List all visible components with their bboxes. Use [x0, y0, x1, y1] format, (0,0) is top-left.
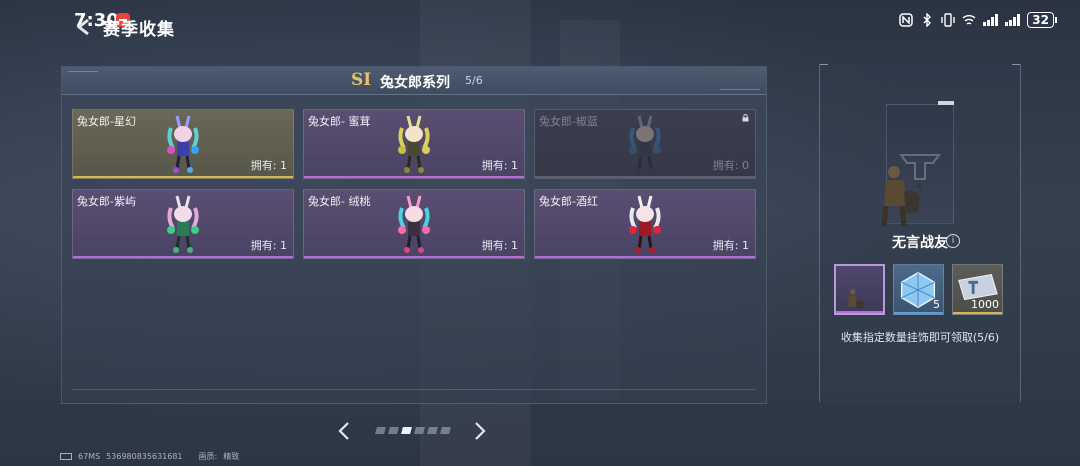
reward-item[interactable]	[834, 264, 885, 315]
charm-card[interactable]: 兔女郎-紫屿 拥有: 1	[72, 189, 294, 259]
quality-value: 精致	[223, 452, 240, 461]
series-progress: 5/6	[465, 74, 483, 87]
battery-small-icon	[60, 453, 72, 460]
reward-item[interactable]: 5	[893, 264, 944, 315]
charm-name: 兔女郎- 绒桃	[308, 195, 371, 208]
page-dot[interactable]	[388, 427, 399, 434]
owned-count: 拥有: 1	[481, 159, 518, 172]
wifi-icon	[962, 15, 976, 25]
charm-name: 兔女郎-紫屿	[77, 195, 136, 208]
header-decoration	[720, 89, 760, 90]
panel-divider	[72, 389, 756, 390]
rarity-bar	[535, 256, 755, 258]
charm-card[interactable]: 兔女郎- 蜜茸 拥有: 1	[303, 109, 525, 179]
reward-items: 5 1000	[834, 264, 1003, 315]
signal-icon	[983, 14, 999, 26]
rarity-bar	[836, 311, 883, 313]
bunny-charm-icon	[167, 115, 199, 173]
page-dot[interactable]	[440, 427, 451, 434]
page-dot[interactable]	[427, 427, 438, 434]
rarity-bar	[304, 176, 524, 178]
page-indicator	[375, 427, 451, 434]
rarity-bar	[304, 256, 524, 258]
charm-card[interactable]: 兔女郎-酒红 拥有: 1	[534, 189, 756, 259]
page-dot[interactable]	[414, 427, 425, 434]
signal-icon	[1005, 14, 1021, 26]
owned-count: 拥有: 1	[712, 239, 749, 252]
status-icons: 32	[899, 12, 1057, 28]
bunny-charm-icon	[629, 115, 661, 170]
item-count: 1000	[971, 298, 999, 311]
owned-count: 拥有: 1	[481, 239, 518, 252]
reward-item[interactable]: 1000	[952, 264, 1003, 315]
frame-corner-decoration	[938, 101, 954, 105]
ping-value: 67MS	[78, 452, 101, 461]
page-dot-active[interactable]	[401, 427, 412, 434]
rarity-bar	[73, 176, 293, 178]
vibrate-icon	[941, 13, 955, 27]
player-id: 536980835631681	[106, 452, 183, 461]
rarity-bar	[535, 176, 755, 178]
charm-name: 兔女郎-椒蓝	[539, 115, 598, 128]
back-arrow-icon[interactable]	[74, 17, 94, 37]
series-title: 兔女郎系列	[380, 75, 450, 91]
quality-label: 画质:	[198, 452, 218, 461]
bluetooth-icon	[923, 13, 932, 27]
series-badge: SI	[351, 70, 372, 90]
nfc-icon	[899, 13, 914, 27]
reward-panel: 无言战友 i 5 1000 收集指定数量挂饰即可领取(5/6)	[819, 64, 1021, 402]
rarity-bar	[953, 312, 1002, 314]
previous-page-arrow-icon[interactable]	[336, 420, 352, 442]
series-header: SI 兔女郎系列 5/6	[62, 67, 766, 95]
next-page-arrow-icon[interactable]	[472, 420, 488, 442]
bunny-charm-icon	[398, 195, 430, 253]
bunny-charm-icon	[167, 195, 199, 253]
reward-name: 无言战友	[892, 235, 948, 251]
item-count: 5	[933, 298, 940, 311]
lock-icon	[742, 114, 749, 122]
info-icon[interactable]: i	[946, 234, 960, 248]
charm-grid: 兔女郎-星幻 拥有: 1 兔女郎- 蜜茸 拥有: 1 兔女郎-椒蓝 拥有: 0 …	[72, 109, 756, 259]
debug-footer: 67MS 536980835631681 画质: 精致	[60, 451, 239, 462]
bunny-charm-icon	[398, 115, 430, 173]
charm-name: 兔女郎- 蜜茸	[308, 115, 371, 128]
page-title: 赛季收集	[103, 20, 175, 40]
owned-count: 拥有: 0	[712, 159, 749, 172]
soldier-with-dog-icon	[881, 166, 922, 227]
owned-count: 拥有: 1	[250, 239, 287, 252]
battery-indicator: 32	[1027, 12, 1057, 28]
reward-condition: 收集指定数量挂饰即可领取(5/6)	[840, 331, 1000, 344]
charm-name: 兔女郎-星幻	[77, 115, 136, 128]
page-dot[interactable]	[375, 427, 386, 434]
charm-card[interactable]: 兔女郎- 绒桃 拥有: 1	[303, 189, 525, 259]
rarity-bar	[73, 256, 293, 258]
charm-card-locked[interactable]: 兔女郎-椒蓝 拥有: 0	[534, 109, 756, 179]
rarity-bar	[894, 312, 943, 314]
owned-count: 拥有: 1	[250, 159, 287, 172]
charm-card[interactable]: 兔女郎-星幻 拥有: 1	[72, 109, 294, 179]
charm-name: 兔女郎-酒红	[539, 195, 598, 208]
bunny-charm-icon	[629, 195, 661, 253]
soldier-with-dog-icon	[847, 289, 864, 309]
collection-panel: SI 兔女郎系列 5/6 兔女郎-星幻 拥有: 1 兔女郎- 蜜茸 拥有: 1 …	[61, 66, 767, 404]
header-decoration	[68, 71, 98, 72]
